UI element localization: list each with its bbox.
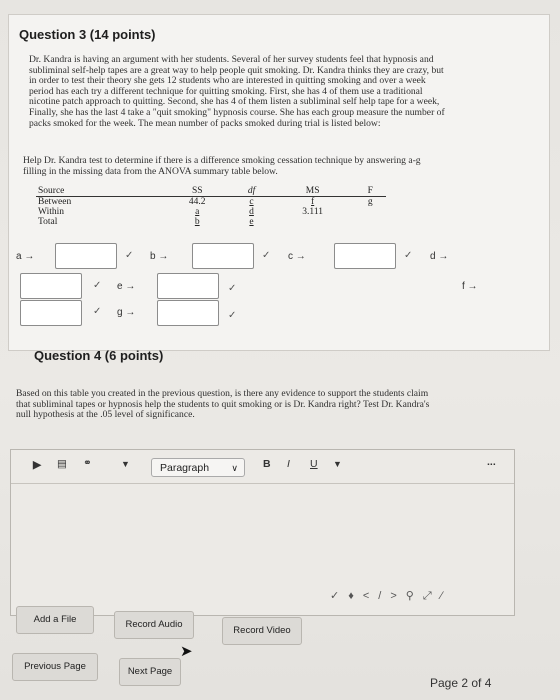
cell-df-total: e [249, 217, 254, 227]
page-background: Question 3 (14 points) Dr. Kandra is hav… [0, 0, 560, 700]
spellcheck-icon[interactable]: ✓ [330, 590, 348, 602]
mouse-cursor-icon: ➤ [180, 643, 193, 660]
insert-link-icon[interactable]: ⚭ [83, 457, 92, 469]
record-video-button[interactable]: Record Video [222, 617, 302, 645]
answer-g-label: g → [117, 307, 136, 318]
underline-button[interactable]: U [310, 458, 318, 470]
q4-line: Based on this table you created in the p… [16, 388, 429, 399]
insert-image-icon[interactable]: ▤ [57, 458, 67, 470]
answer-a-input[interactable] [55, 243, 117, 269]
spellcheck-icon[interactable]: ✓ [93, 280, 101, 291]
header-ms: MS [270, 186, 355, 197]
previous-page-button[interactable]: Previous Page [12, 653, 98, 681]
answer-g-input[interactable] [157, 300, 219, 326]
question-3-text: Dr. Kandra is having an argument with he… [29, 54, 539, 129]
resize-handle-icon[interactable]: ∕ [441, 590, 452, 602]
header-f: F [354, 186, 386, 197]
page-indicator: Page 2 of 4 [430, 676, 492, 690]
spellcheck-icon[interactable]: ✓ [125, 250, 133, 261]
q3-line: packs smoked for the week. The mean numb… [29, 117, 381, 129]
cell-ms-within: 3.111 [302, 207, 323, 217]
spellcheck-icon[interactable]: ✓ [404, 250, 412, 261]
cell-df-between: c [249, 197, 254, 207]
insert-dropdown-chevron-icon[interactable]: ▼ [121, 459, 130, 469]
format-select-value: Paragraph [160, 462, 210, 474]
cell-source-within: Within [38, 207, 65, 217]
format-select[interactable]: Paragraph ∨ [151, 458, 245, 477]
code-view-icon[interactable]: </> [363, 590, 406, 602]
underline-options-chevron-icon[interactable]: ▼ [333, 459, 342, 469]
spellcheck-icon[interactable]: ✓ [262, 250, 270, 261]
record-audio-button[interactable]: Record Audio [114, 611, 194, 639]
help-line: filling in the missing data from the ANO… [23, 165, 278, 177]
editor-content-area[interactable] [19, 490, 505, 590]
cell-ss-total: b [194, 217, 200, 227]
answer-c-label: c → [288, 251, 306, 262]
editor-toolbar: ▶ ▤ ⚭ ▼ Paragraph ∨ B I U ▼ ... [11, 450, 514, 484]
insert-stuff-icon[interactable]: ▶ [33, 459, 41, 471]
cell-ms-between: f [311, 197, 315, 207]
cell-f-between: g [367, 197, 373, 207]
cell-source-between: Between [38, 197, 72, 207]
cell-ss-between: 44.2 [188, 197, 206, 207]
answer-b-input[interactable] [192, 243, 254, 269]
cell-ss-within: a [195, 207, 200, 217]
help-line: Help Dr. Kandra test to determine if the… [23, 155, 421, 166]
accessibility-icon[interactable]: ♦ [348, 590, 363, 602]
answer-e-label: e → [117, 281, 136, 292]
question-3-card: Question 3 (14 points) Dr. Kandra is hav… [8, 14, 550, 351]
q4-line: null hypothesis at the .05 level of sign… [16, 409, 195, 421]
question-3-help-text: Help Dr. Kandra test to determine if the… [23, 155, 533, 177]
editor-status-icons: ✓♦</>⚲⤢∕ [330, 589, 451, 603]
answer-d-input[interactable] [20, 273, 82, 299]
spellcheck-icon[interactable]: ✓ [228, 283, 236, 294]
question-4-text: Based on this table you created in the p… [16, 388, 526, 421]
fullscreen-icon[interactable]: ⤢ [423, 590, 441, 602]
anova-table: Source SS df MS F Between 44.2 c f g Wit… [36, 186, 386, 227]
add-file-button[interactable]: Add a File [16, 606, 94, 634]
chevron-down-icon: ∨ [231, 463, 238, 473]
cell-source-total: Total [38, 217, 58, 227]
italic-button[interactable]: I [287, 458, 290, 470]
answer-e-input[interactable] [157, 273, 219, 299]
spellcheck-icon[interactable]: ✓ [93, 306, 101, 317]
question-4-title: Question 4 (6 points) [34, 348, 164, 363]
q3-line: Finally, she has the last 4 take a "quit… [29, 106, 445, 118]
answer-f-input[interactable] [20, 300, 82, 326]
more-options-button[interactable]: ... [487, 456, 496, 468]
answer-f-label: f → [462, 281, 478, 292]
bold-button[interactable]: B [263, 458, 271, 470]
cell-f-within [354, 207, 386, 217]
find-icon[interactable]: ⚲ [406, 590, 423, 602]
question-3-title: Question 3 (14 points) [19, 27, 156, 42]
cell-df-within: d [249, 207, 254, 217]
q3-line: Dr. Kandra is having an argument with he… [29, 54, 434, 65]
answer-b-label: b → [150, 251, 169, 262]
spellcheck-icon[interactable]: ✓ [228, 310, 236, 321]
next-page-button[interactable]: Next Page [119, 658, 181, 686]
cell-f-total [354, 217, 386, 227]
header-df: df [232, 186, 271, 197]
answer-c-input[interactable] [334, 243, 396, 269]
answer-a-label: a → [16, 251, 35, 262]
header-ss: SS [162, 186, 233, 197]
answer-d-label: d → [430, 251, 449, 262]
header-source: Source [36, 186, 163, 197]
cell-ms-total [271, 217, 355, 227]
